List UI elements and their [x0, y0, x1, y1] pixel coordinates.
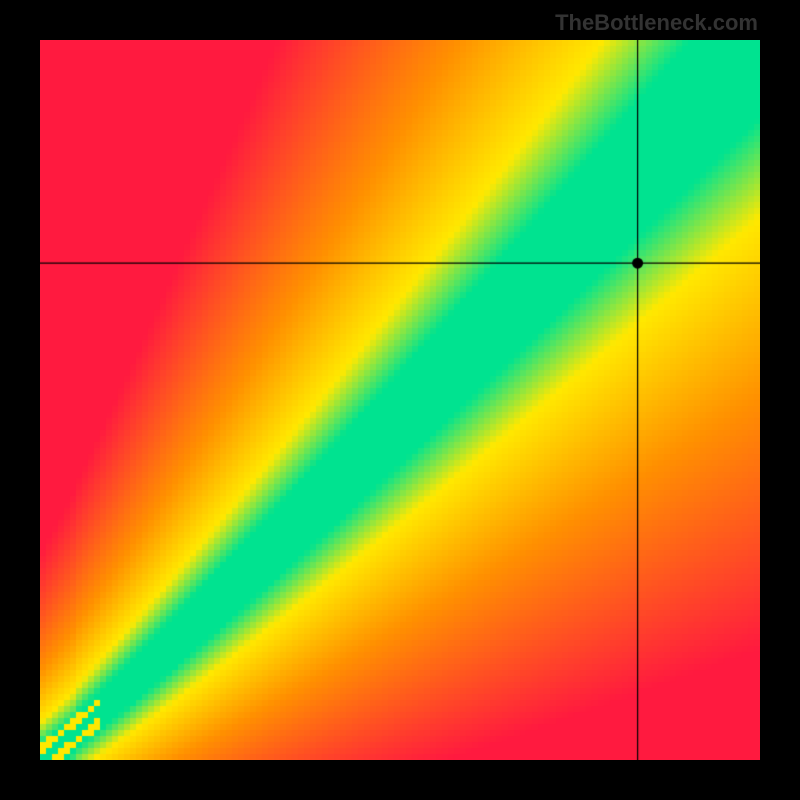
bottleneck-heatmap-chart: [40, 40, 760, 760]
heatmap-canvas: [40, 40, 760, 760]
watermark-text: TheBottleneck.com: [555, 10, 758, 36]
